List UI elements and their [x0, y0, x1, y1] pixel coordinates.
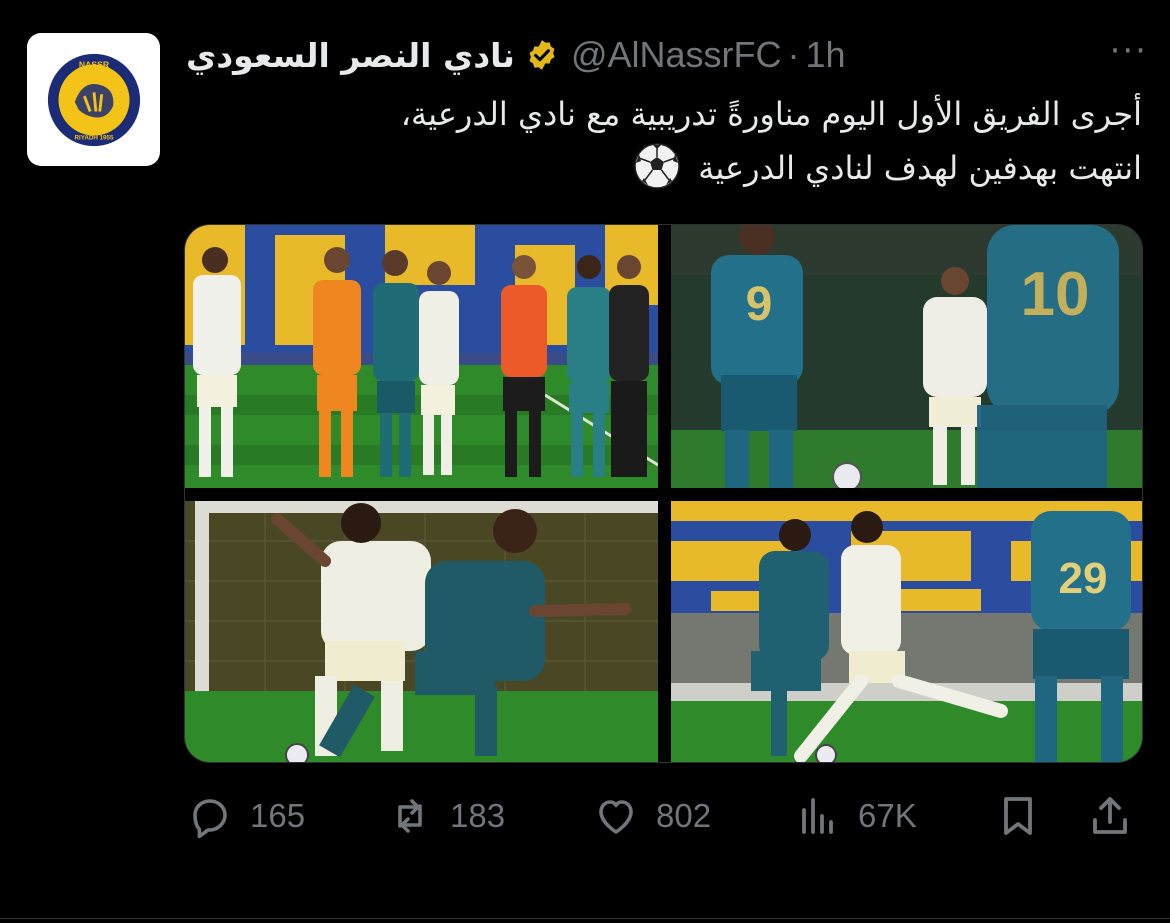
logo-text-top: NASSR: [78, 59, 109, 69]
like-button[interactable]: 802: [592, 790, 711, 842]
soccer-ball-icon: [632, 141, 682, 191]
separator-dot: ·: [787, 34, 800, 75]
photo-1[interactable]: [185, 225, 658, 488]
verified-badge-icon[interactable]: [525, 38, 559, 72]
player-number-29: 29: [1059, 554, 1108, 603]
views-icon: [802, 798, 833, 834]
share-button[interactable]: [1086, 790, 1134, 842]
photo-4[interactable]: 29: [671, 501, 1142, 762]
display-name[interactable]: نادي النصر السعودي: [186, 36, 515, 75]
handle[interactable]: @AlNassrFC: [571, 34, 782, 76]
player-number-10: 10: [1021, 260, 1090, 329]
more-icon[interactable]: ···: [1110, 34, 1148, 68]
views-count: 67K: [858, 797, 917, 834]
photo-2[interactable]: 9 10: [671, 225, 1142, 488]
media-grid: 9 10 29: [184, 224, 1143, 763]
repost-count: 183: [450, 797, 506, 834]
timestamp[interactable]: 1h: [806, 34, 846, 76]
player-number-9: 9: [746, 278, 773, 331]
bookmark-icon: [1004, 797, 1032, 835]
reply-icon: [193, 799, 227, 839]
reply-button[interactable]: 165: [186, 790, 305, 842]
like-icon: [599, 800, 633, 834]
photo-3[interactable]: [185, 501, 658, 762]
logo-text-bottom: RIYADH 1955: [74, 134, 113, 141]
al-nassr-logo: NASSR RIYADH 1955: [47, 53, 140, 146]
reply-count: 165: [250, 797, 306, 834]
tweet-text-line-2: انتهت بهدفين لهدف لنادي الدرعية: [186, 141, 1142, 195]
tweet-text-line-2-content: انتهت بهدفين لهدف لنادي الدرعية: [698, 149, 1142, 187]
share-icon: [1093, 797, 1127, 834]
action-bar: 165 183 802 67K: [186, 790, 1142, 842]
like-count: 802: [656, 797, 712, 834]
tweet-header: نادي النصر السعودي @AlNassrFC · 1h: [186, 30, 846, 80]
repost-icon: [398, 799, 422, 833]
repost-button[interactable]: 183: [386, 790, 505, 842]
tweet-divider: [0, 918, 1170, 919]
avatar[interactable]: NASSR RIYADH 1955: [27, 33, 160, 166]
views-button[interactable]: 67K: [794, 790, 917, 842]
bookmark-button[interactable]: [994, 790, 1042, 842]
tweet-text: أجرى الفريق الأول اليوم مناورةً تدريبية …: [186, 88, 1142, 195]
tweet-text-line-1: أجرى الفريق الأول اليوم مناورةً تدريبية …: [400, 95, 1142, 133]
